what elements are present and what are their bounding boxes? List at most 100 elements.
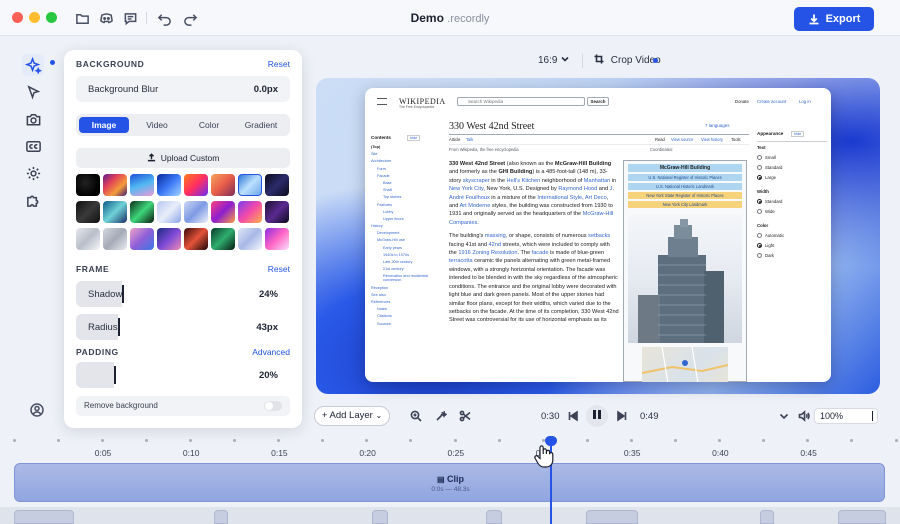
plus-icon: + (321, 410, 328, 421)
user-avatar-icon[interactable] (30, 403, 44, 417)
crop-indicator (653, 58, 658, 63)
background-swatch[interactable] (157, 228, 181, 250)
padding-advanced-link[interactable]: Advanced (252, 347, 290, 357)
ruler-tick (365, 439, 369, 442)
title-bar: Demo .recordly Export (0, 0, 900, 36)
camera-tool-button[interactable] (22, 108, 44, 130)
radius-slider-handle[interactable] (118, 318, 120, 336)
download-icon (809, 14, 819, 25)
wiki-login-link: Log in (799, 99, 811, 104)
background-swatch[interactable] (211, 174, 235, 196)
background-swatch[interactable] (184, 174, 208, 196)
shadow-slider[interactable]: Shadow 24% (76, 281, 290, 307)
background-swatch[interactable] (130, 228, 154, 250)
padding-slider-handle[interactable] (114, 366, 116, 384)
pause-button[interactable] (586, 405, 608, 427)
cursor-tool-button[interactable] (22, 81, 44, 103)
skip-back-icon[interactable] (567, 410, 579, 422)
background-swatch[interactable] (184, 228, 208, 250)
radio-option (757, 165, 762, 170)
tab-image[interactable]: Image (79, 117, 129, 133)
padding-value: 20% (258, 370, 278, 381)
scissors-icon[interactable] (459, 410, 471, 422)
divider (582, 54, 583, 68)
shadow-label: Shadow (88, 289, 123, 300)
background-swatch[interactable] (130, 201, 154, 223)
background-reset-link[interactable]: Reset (268, 59, 290, 69)
zoom-segment[interactable] (372, 510, 388, 524)
skip-forward-icon[interactable] (616, 410, 628, 422)
effects-tool-button[interactable] (22, 54, 44, 76)
background-swatch-selected[interactable] (238, 174, 262, 196)
background-swatch[interactable] (130, 174, 154, 196)
background-swatch[interactable] (76, 201, 100, 223)
magic-wand-icon[interactable] (435, 410, 448, 422)
background-swatch[interactable] (211, 228, 235, 250)
preview-frame[interactable]: WIKIPEDIA The Free Encyclopedia Search W… (365, 88, 831, 382)
background-swatch[interactable] (265, 228, 289, 250)
ruler-tick (497, 439, 501, 442)
toc-item: 21st century (383, 267, 404, 272)
background-blur-row[interactable]: Background Blur 0.0px (76, 76, 290, 102)
zoom-segment[interactable] (214, 510, 228, 524)
infobox-designation: New York City Landmark (628, 201, 742, 208)
crop-video-button[interactable]: Crop Video (594, 54, 661, 66)
add-layer-button[interactable]: + Add Layer ⌄ (314, 406, 390, 426)
background-swatch[interactable] (157, 174, 181, 196)
toc-item: 1940s to 1970s (383, 252, 409, 257)
background-swatch[interactable] (238, 228, 262, 250)
frame-reset-link[interactable]: Reset (268, 264, 290, 274)
wiki-article-title: 330 West 42nd Street (449, 121, 535, 132)
background-swatch[interactable] (76, 228, 100, 250)
divider (449, 144, 749, 145)
background-swatch[interactable] (157, 201, 181, 223)
toc-item: Late 20th century (383, 260, 413, 264)
background-swatch[interactable] (265, 201, 289, 223)
ruler-tick (100, 439, 104, 442)
ruler-tick-label: 0:15 (271, 448, 288, 458)
volume-icon[interactable] (798, 410, 810, 422)
toc-item: Architecture (371, 159, 392, 164)
hamburger-icon (377, 98, 387, 105)
background-swatch[interactable] (76, 174, 100, 196)
background-swatch[interactable] (265, 174, 289, 196)
background-swatch[interactable] (184, 201, 208, 223)
extensions-tool-button[interactable] (22, 189, 44, 211)
zoom-segment[interactable] (14, 510, 74, 524)
wiki-tagline: The Free Encyclopedia (399, 105, 434, 109)
background-swatch[interactable] (238, 201, 262, 223)
zoom-segment[interactable] (486, 510, 502, 524)
divider (449, 134, 749, 135)
background-swatch[interactable] (103, 174, 127, 196)
zoom-segment[interactable] (838, 510, 886, 524)
chevron-down-icon[interactable] (778, 410, 790, 422)
aspect-ratio-select[interactable]: 16:9 (538, 54, 570, 66)
ruler-tick (585, 439, 589, 442)
tab-gradient[interactable]: Gradient (236, 117, 286, 133)
volume-level-input[interactable]: 100% (814, 408, 878, 424)
settings-tool-button[interactable] (22, 162, 44, 184)
ruler-tick (850, 439, 854, 442)
crop-icon (594, 54, 604, 64)
appearance-color-label: Color (757, 223, 769, 228)
video-clip-track[interactable]: ▤ Clip 0:0s — 48.3s (14, 463, 885, 502)
background-swatch[interactable] (211, 201, 235, 223)
zoom-segment[interactable] (586, 510, 638, 524)
zoom-in-icon[interactable] (410, 410, 422, 422)
ruler-tick (56, 439, 60, 442)
export-button[interactable]: Export (794, 7, 874, 31)
background-blur-value: 0.0px (253, 84, 278, 95)
background-swatch[interactable] (103, 228, 127, 250)
tab-color[interactable]: Color (184, 117, 234, 133)
radio-label: Standard (765, 165, 783, 170)
padding-slider[interactable]: 20% (76, 362, 290, 388)
sparkles-icon (24, 56, 42, 74)
upload-custom-button[interactable]: Upload Custom (76, 148, 290, 168)
background-swatch[interactable] (103, 201, 127, 223)
remove-background-toggle[interactable] (264, 401, 282, 411)
ruler-tick-label: 0:10 (182, 448, 200, 458)
radius-slider[interactable]: Radius 43px (76, 314, 290, 340)
captions-tool-button[interactable] (22, 135, 44, 157)
tab-video[interactable]: Video (132, 117, 182, 133)
zoom-segment[interactable] (760, 510, 774, 524)
